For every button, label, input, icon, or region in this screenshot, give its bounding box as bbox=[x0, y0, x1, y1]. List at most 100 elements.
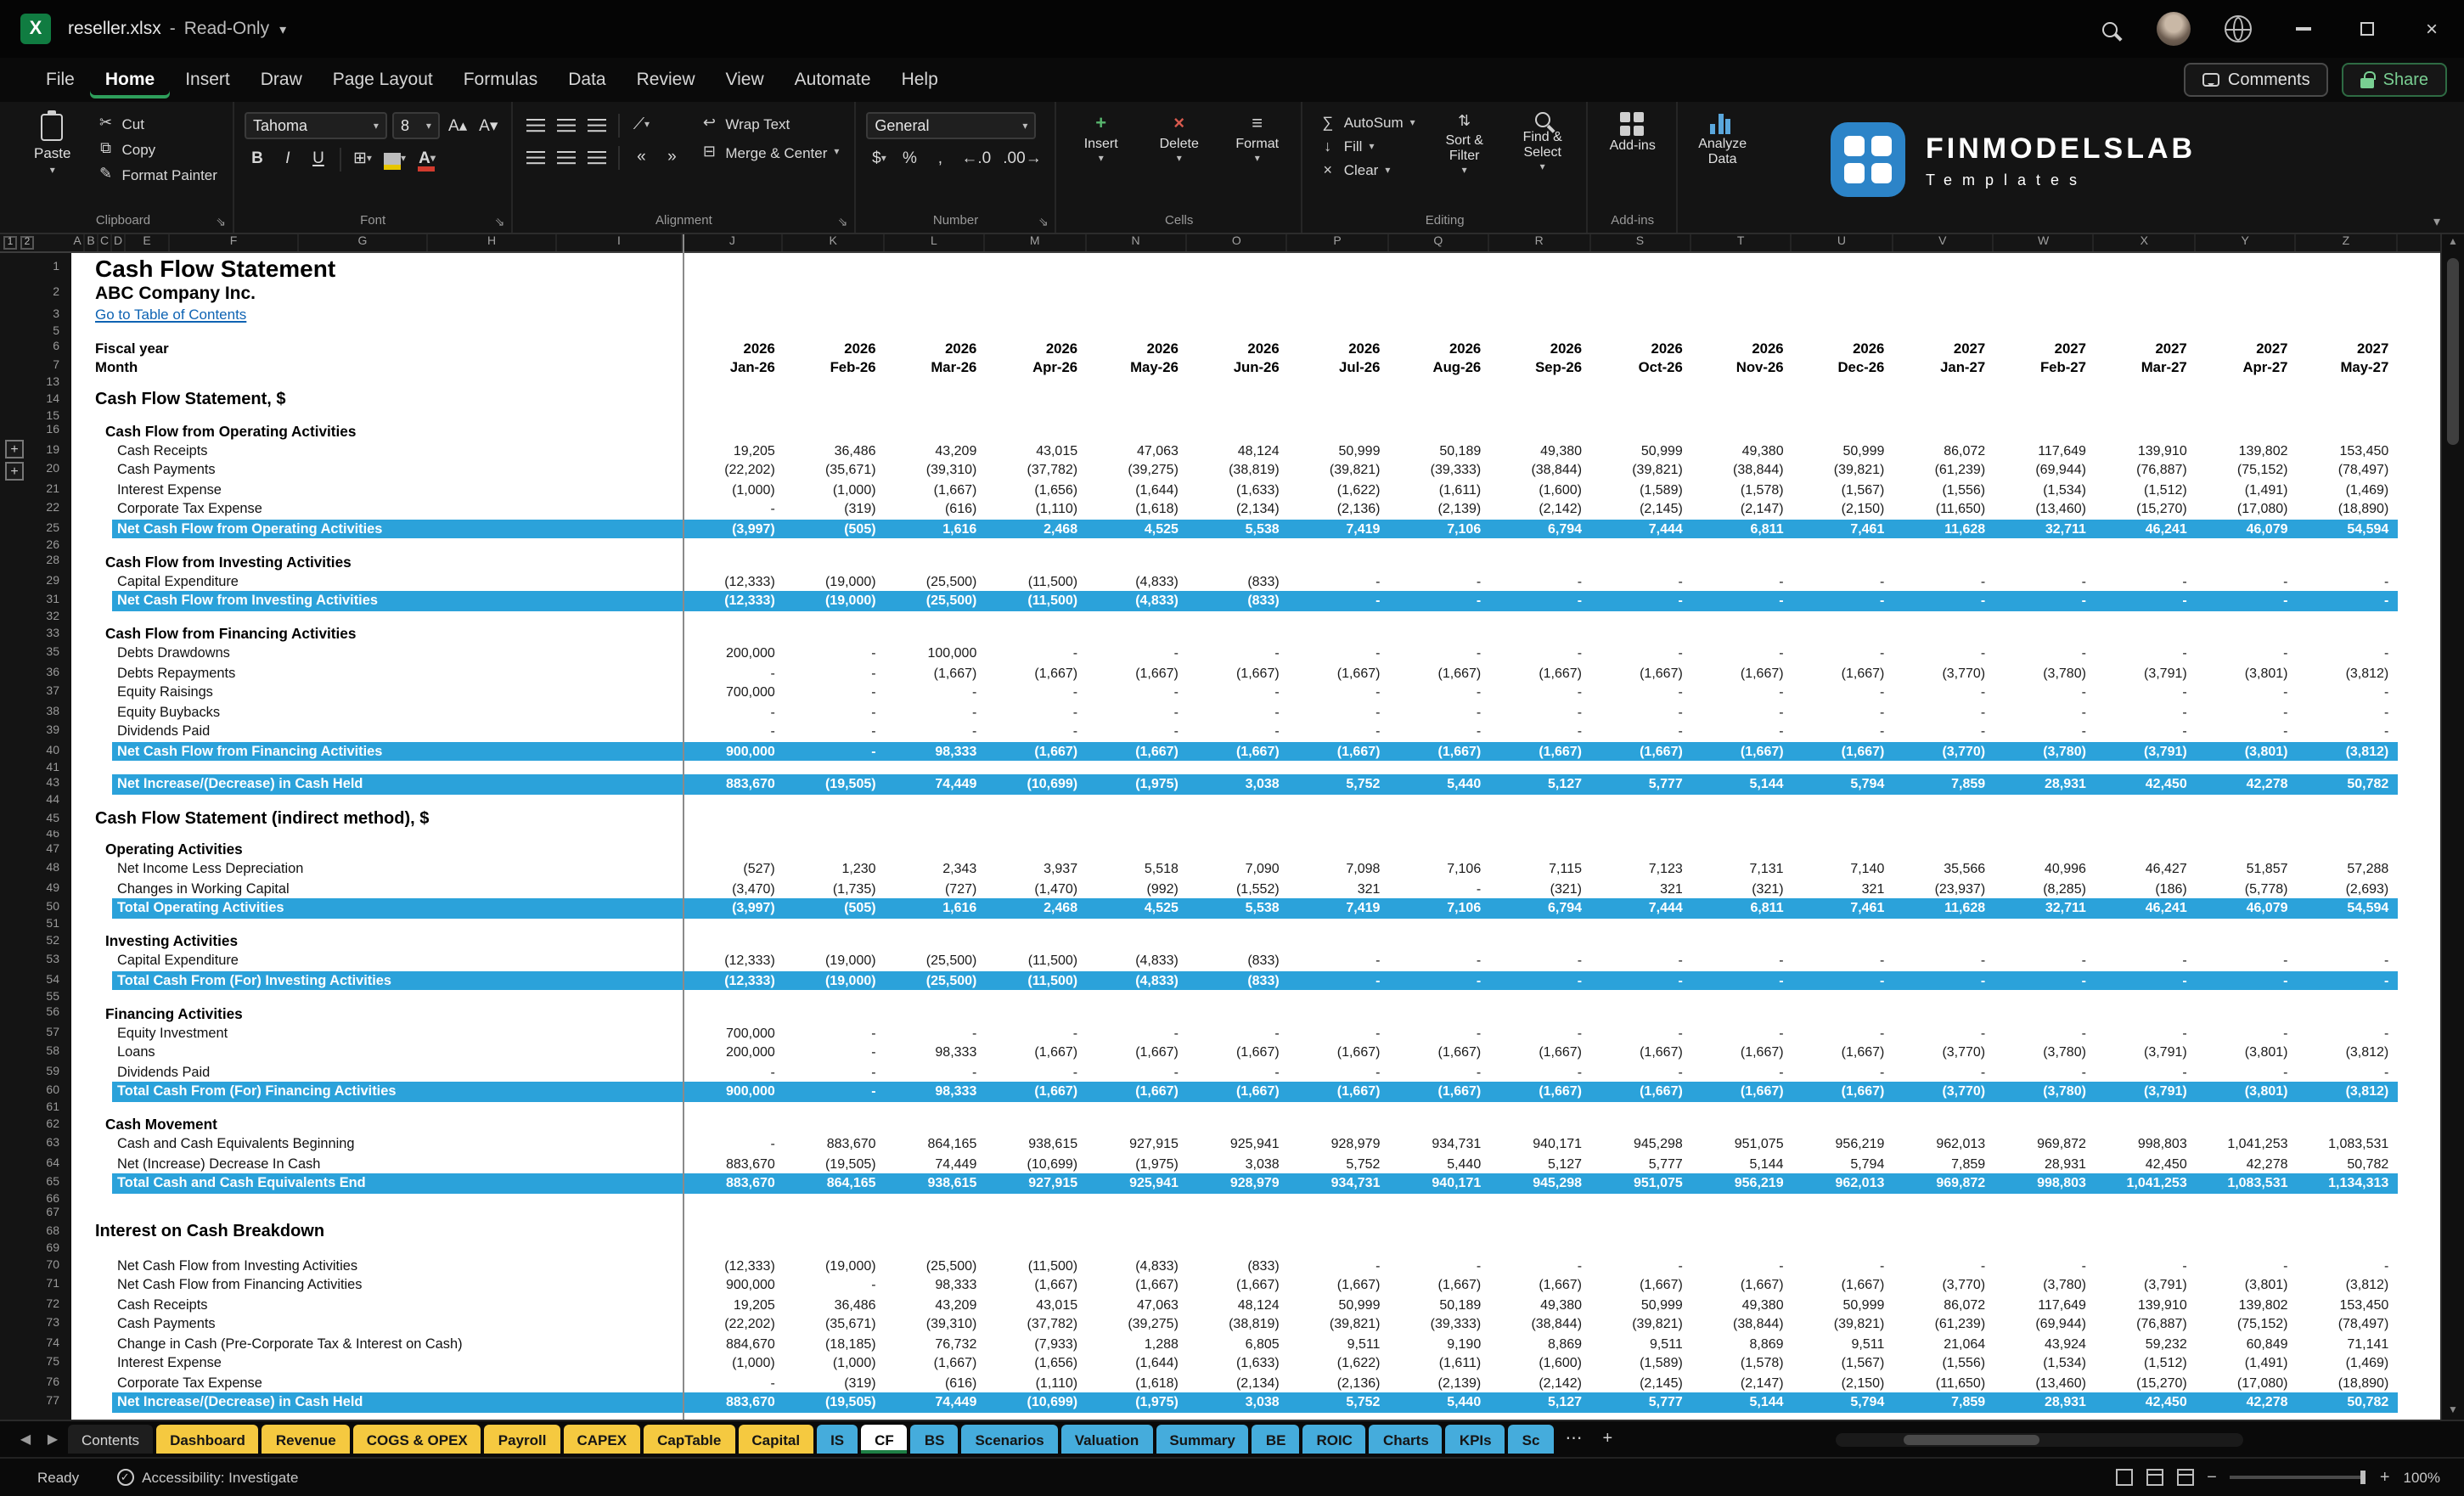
cell[interactable]: 998,803 bbox=[2095, 1137, 2196, 1152]
cell[interactable]: (38,844) bbox=[1691, 463, 1792, 478]
cell[interactable]: - bbox=[1590, 1026, 1691, 1041]
number-format-select[interactable]: General ▾ bbox=[866, 112, 1037, 139]
row-number[interactable]: 36 bbox=[0, 667, 71, 679]
cell[interactable]: (19,000) bbox=[784, 973, 885, 988]
column-header-D[interactable]: D bbox=[112, 234, 126, 251]
cell[interactable]: - bbox=[1792, 1026, 1893, 1041]
increase-decimal-button[interactable]: ←.0 bbox=[958, 146, 994, 172]
cell[interactable]: 98,333 bbox=[885, 1084, 986, 1100]
cell[interactable]: (1,667) bbox=[1590, 666, 1691, 681]
cell[interactable]: (19,505) bbox=[784, 1395, 885, 1410]
cell[interactable]: (4,833) bbox=[1086, 1258, 1187, 1274]
cell[interactable]: - bbox=[1187, 724, 1288, 740]
cell[interactable]: (39,275) bbox=[1086, 1317, 1187, 1332]
cell[interactable]: - bbox=[2095, 1065, 2196, 1080]
cell[interactable]: (1,735) bbox=[784, 881, 885, 897]
cell[interactable]: (19,000) bbox=[784, 593, 885, 609]
row-number[interactable]: 76 bbox=[0, 1377, 71, 1389]
cell[interactable]: Feb-27 bbox=[1994, 357, 2095, 374]
cell[interactable]: 5,752 bbox=[1288, 1395, 1389, 1410]
cell[interactable]: - bbox=[2196, 574, 2297, 589]
cell[interactable]: - bbox=[2196, 705, 2297, 720]
cell[interactable]: (4,833) bbox=[1086, 593, 1187, 609]
cell[interactable]: 1,083,531 bbox=[2297, 1137, 2398, 1152]
cell[interactable]: 2,468 bbox=[985, 901, 1086, 916]
row-number[interactable]: 6 bbox=[0, 341, 71, 353]
cell[interactable]: (12,333) bbox=[683, 973, 784, 988]
cell[interactable]: (1,667) bbox=[985, 666, 1086, 681]
cell[interactable]: (1,667) bbox=[1489, 1084, 1590, 1100]
cell[interactable]: 883,670 bbox=[683, 1156, 784, 1172]
align-bottom-button[interactable] bbox=[584, 112, 610, 138]
cell[interactable]: - bbox=[1691, 724, 1792, 740]
cell[interactable]: 9,190 bbox=[1388, 1336, 1489, 1352]
cell[interactable]: 54,594 bbox=[2297, 521, 2398, 537]
cell[interactable]: (12,333) bbox=[683, 593, 784, 609]
cell[interactable]: 76,732 bbox=[885, 1336, 986, 1352]
cell[interactable]: 7,859 bbox=[1893, 1395, 1994, 1410]
cell[interactable]: - bbox=[1388, 1026, 1489, 1041]
column-header-G[interactable]: G bbox=[299, 234, 428, 251]
cell[interactable]: (7,933) bbox=[985, 1336, 1086, 1352]
cell[interactable]: (19,000) bbox=[784, 953, 885, 969]
cell[interactable]: - bbox=[784, 1084, 885, 1100]
cell[interactable]: 2026 bbox=[1590, 339, 1691, 356]
cell[interactable]: (11,500) bbox=[985, 574, 1086, 589]
row-number[interactable]: 5 bbox=[0, 325, 71, 337]
bold-button[interactable]: B bbox=[245, 146, 270, 172]
row-number[interactable]: 50 bbox=[0, 903, 71, 914]
cell[interactable]: 1,288 bbox=[1086, 1336, 1187, 1352]
cell[interactable]: (1,667) bbox=[1590, 1084, 1691, 1100]
cell[interactable]: (1,667) bbox=[1691, 744, 1792, 759]
row-label[interactable]: Debts Drawdowns bbox=[71, 646, 683, 661]
menu-tab-file[interactable]: File bbox=[31, 61, 90, 98]
menu-tab-help[interactable]: Help bbox=[886, 61, 954, 98]
cell[interactable]: (319) bbox=[784, 1375, 885, 1391]
cell[interactable]: - bbox=[2196, 685, 2297, 700]
cell[interactable]: - bbox=[683, 1137, 784, 1152]
cell[interactable]: - bbox=[1489, 1065, 1590, 1080]
cell[interactable]: - bbox=[885, 685, 986, 700]
cell[interactable]: (1,600) bbox=[1489, 482, 1590, 498]
cell[interactable]: 43,015 bbox=[985, 1297, 1086, 1313]
cell[interactable]: - bbox=[1691, 953, 1792, 969]
row-label[interactable]: Interest Expense bbox=[71, 1356, 683, 1371]
cell[interactable]: 153,450 bbox=[2297, 1297, 2398, 1313]
cell[interactable]: - bbox=[1792, 685, 1893, 700]
row-number[interactable]: 26 bbox=[0, 539, 71, 551]
cell[interactable]: (38,819) bbox=[1187, 1317, 1288, 1332]
cell[interactable]: - bbox=[784, 744, 885, 759]
cell[interactable]: 42,278 bbox=[2196, 1395, 2297, 1410]
cell[interactable]: - bbox=[1489, 593, 1590, 609]
cell[interactable]: - bbox=[1691, 1065, 1792, 1080]
cell[interactable]: (1,000) bbox=[683, 1356, 784, 1371]
cell[interactable]: 50,999 bbox=[1792, 1297, 1893, 1313]
comments-button[interactable]: Comments bbox=[2183, 63, 2329, 97]
cell[interactable]: Jun-26 bbox=[1187, 357, 1288, 374]
cell[interactable]: (3,780) bbox=[1994, 666, 2095, 681]
cell[interactable]: 2027 bbox=[1994, 339, 2095, 356]
cell[interactable]: (38,844) bbox=[1489, 463, 1590, 478]
borders-button[interactable]: ⊞ ▾ bbox=[350, 146, 375, 172]
row-number[interactable]: 72 bbox=[0, 1299, 71, 1311]
cell[interactable]: 7,123 bbox=[1590, 862, 1691, 877]
row-number[interactable]: 64 bbox=[0, 1158, 71, 1170]
cell[interactable]: (38,819) bbox=[1187, 463, 1288, 478]
cell[interactable]: 321 bbox=[1288, 881, 1389, 897]
cell[interactable]: - bbox=[1994, 646, 2095, 661]
chevron-down-icon[interactable]: ▾ bbox=[279, 21, 286, 37]
row-label[interactable]: Change in Cash (Pre-Corporate Tax & Inte… bbox=[71, 1336, 683, 1352]
cell[interactable]: - bbox=[1187, 685, 1288, 700]
cell[interactable]: (15,270) bbox=[2095, 502, 2196, 517]
cell[interactable]: 969,872 bbox=[1994, 1137, 2095, 1152]
menu-tab-formulas[interactable]: Formulas bbox=[448, 61, 554, 98]
cell[interactable]: 883,670 bbox=[683, 777, 784, 792]
cell[interactable]: - bbox=[1893, 1065, 1994, 1080]
cell[interactable]: 47,063 bbox=[1086, 1297, 1187, 1313]
row-number[interactable]: 58 bbox=[0, 1047, 71, 1059]
cell[interactable]: - bbox=[1388, 646, 1489, 661]
analyze-data-button[interactable]: Analyze Data bbox=[1689, 109, 1757, 171]
cell[interactable]: (1,469) bbox=[2297, 482, 2398, 498]
cell[interactable]: (18,890) bbox=[2297, 1375, 2398, 1391]
row-label[interactable]: Dividends Paid bbox=[71, 724, 683, 740]
